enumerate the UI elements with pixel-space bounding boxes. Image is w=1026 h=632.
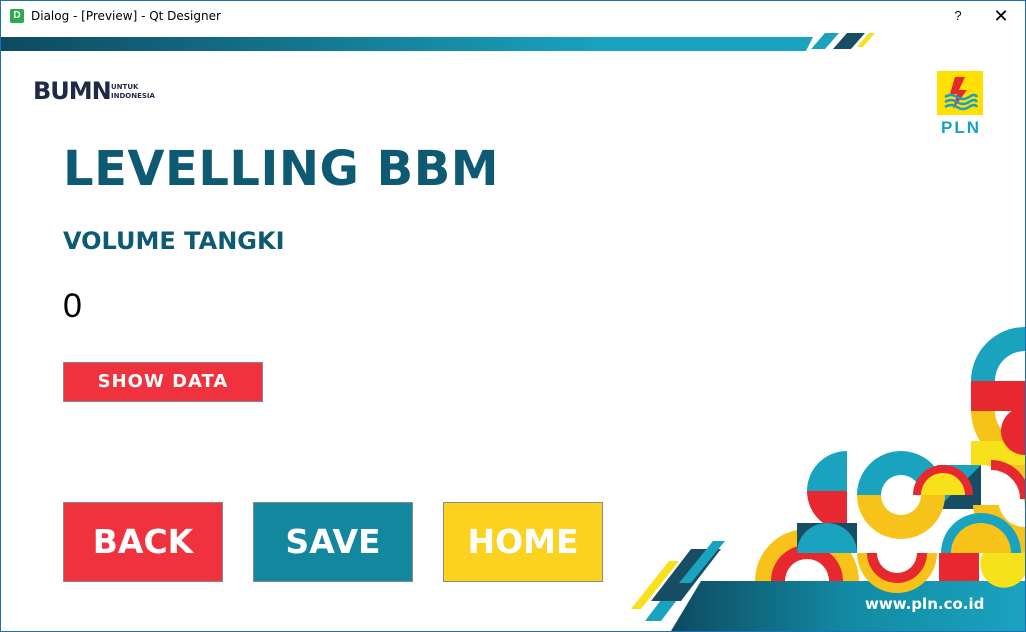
help-button[interactable]: ? xyxy=(944,1,972,31)
window-title: Dialog - [Preview] - Qt Designer xyxy=(31,9,221,23)
website-url: www.pln.co.id xyxy=(865,595,985,613)
qt-designer-icon: D xyxy=(10,9,24,23)
show-data-button[interactable]: SHOW DATA xyxy=(63,362,263,402)
pln-wordmark: PLN xyxy=(941,118,981,137)
bumn-tagline-1: UNTUK xyxy=(111,83,139,91)
bumn-logo-mark: BUMN UNTUK INDONESIA xyxy=(33,77,156,105)
title-bar: D Dialog - [Preview] - Qt Designer ? ✕ xyxy=(1,1,1025,31)
dialog-window: D Dialog - [Preview] - Qt Designer ? ✕ B… xyxy=(0,0,1026,632)
bumn-tagline-2: INDONESIA xyxy=(111,92,156,100)
dialog-content: BUMN UNTUK INDONESIA PLN LEVELLING BBM V… xyxy=(1,31,1025,631)
bumn-wordmark: BUMN xyxy=(33,77,111,103)
save-button[interactable]: SAVE xyxy=(253,502,413,582)
lightning-icon xyxy=(944,77,979,111)
pln-logo: PLN xyxy=(937,71,985,138)
volume-label: VOLUME TANGKI xyxy=(63,227,285,255)
back-button[interactable]: BACK xyxy=(63,502,223,582)
pln-emblem xyxy=(937,71,983,115)
bumn-logo: BUMN UNTUK INDONESIA xyxy=(33,77,157,108)
home-button[interactable]: HOME xyxy=(443,502,603,582)
volume-value: 0 xyxy=(63,287,82,325)
top-decorative-band xyxy=(1,33,875,51)
decorative-corner-pattern xyxy=(631,327,1025,631)
close-button[interactable]: ✕ xyxy=(986,1,1016,31)
page-title: LEVELLING BBM xyxy=(63,141,500,197)
